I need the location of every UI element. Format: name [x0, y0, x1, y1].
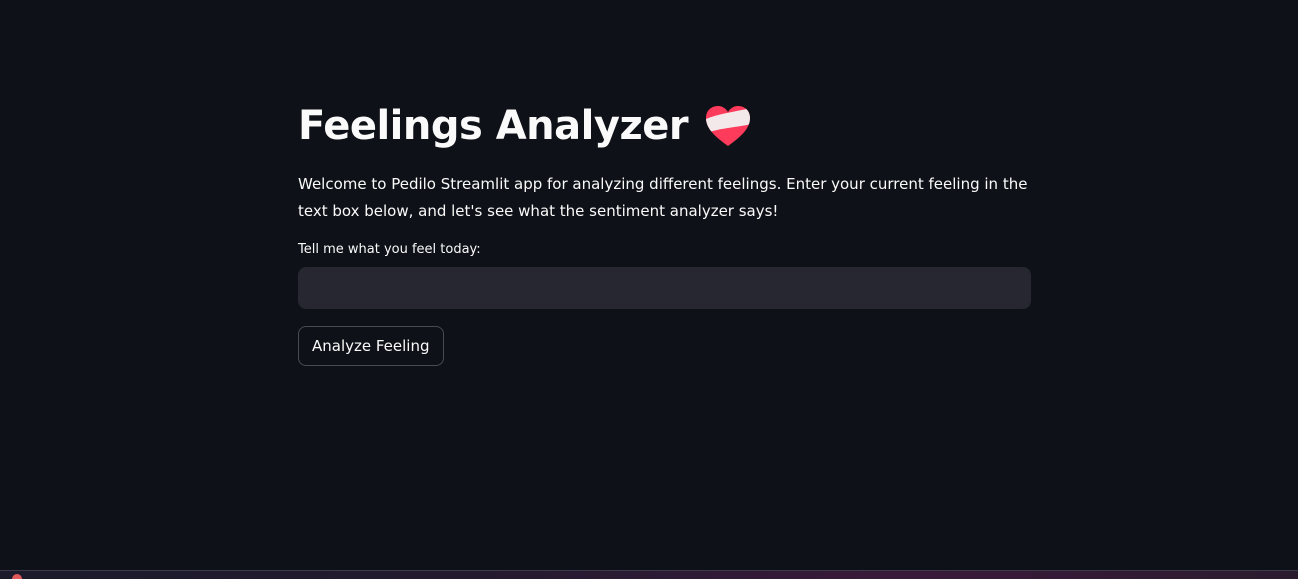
taskbar-app-icon[interactable] [12, 574, 22, 579]
heart-emoji-icon [704, 104, 752, 148]
main-content: Feelings Analyzer Welcome to Pedilo Stre… [298, 100, 1031, 366]
title-row: Feelings Analyzer [298, 100, 1031, 152]
feeling-input-label: Tell me what you feel today: [298, 242, 481, 257]
app-root: Feelings Analyzer Welcome to Pedilo Stre… [0, 0, 1298, 579]
analyze-feeling-button[interactable]: Analyze Feeling [298, 326, 444, 366]
os-taskbar [0, 570, 1298, 579]
feeling-input[interactable] [298, 267, 1031, 309]
intro-text: Welcome to Pedilo Streamlit app for anal… [298, 175, 1028, 220]
page-title: Feelings Analyzer [298, 103, 689, 149]
